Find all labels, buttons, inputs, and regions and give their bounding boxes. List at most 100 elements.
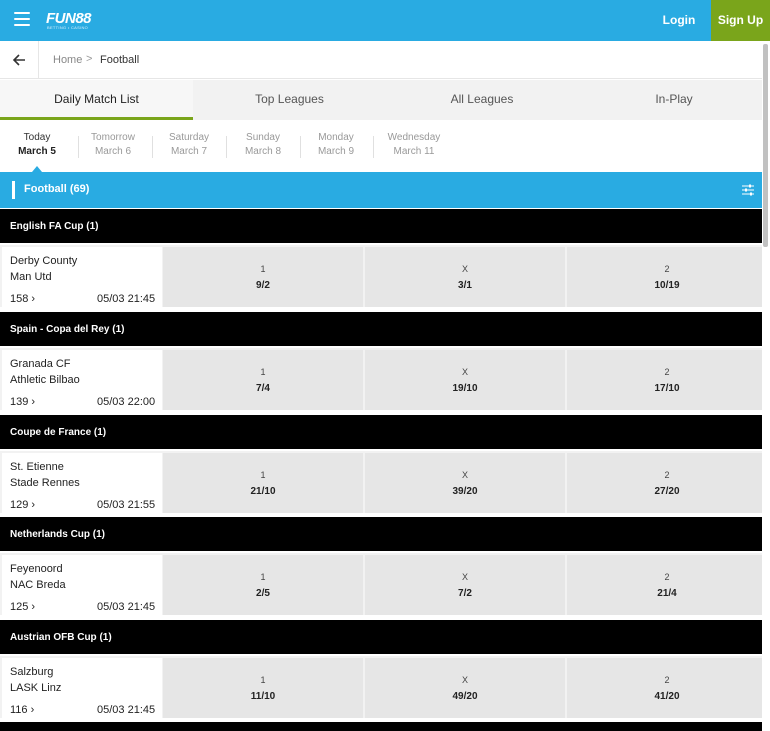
league-header[interactable]: Netherlands Cup (1) [0,517,770,551]
odds-label: 1 [260,470,266,480]
match-teams[interactable]: St. Etienne Stade Rennes 129 › 05/03 21:… [2,453,162,513]
date-value: March 8 [244,146,282,157]
kickoff-time: 05/03 21:55 [97,499,156,511]
odds-home[interactable]: 1 7/4 [163,350,363,410]
match-teams[interactable]: Feyenoord NAC Breda 125 › 05/03 21:45 [2,555,162,615]
odds-away[interactable]: 2 10/19 [567,247,767,307]
away-team: NAC Breda [10,579,66,591]
home-team: St. Etienne [10,461,64,473]
home-team: Granada CF [10,358,71,370]
home-team: Derby County [10,255,78,267]
odds-label: X [461,572,468,582]
league-name: Netherlands Cup (1) [10,529,106,540]
date-day: Today [23,132,51,143]
markets-count: 116 [10,704,28,716]
kickoff-time: 05/03 21:45 [97,601,156,613]
markets-count: 125 [10,601,29,613]
odds-draw[interactable]: X 49/20 [365,658,565,718]
kickoff-time: 05/03 21:45 [97,704,156,716]
odds-home[interactable]: 1 11/10 [163,658,363,718]
date-day: Tomorrow [91,132,135,143]
scrollbar-thumb[interactable] [763,44,768,247]
match-row: Salzburg LASK Linz 116 › 05/03 21:45 1 11… [0,656,770,718]
markets-count: 158 [10,293,29,305]
tab-all-leagues[interactable]: All Leagues [386,80,578,120]
more-markets-link[interactable]: 158 › [10,293,35,305]
signup-button[interactable]: Sign Up [711,0,770,41]
league-header[interactable]: Austrian OFB Cup (1) [0,620,770,654]
odds-away[interactable]: 2 41/20 [567,658,767,718]
odds-draw[interactable]: X 19/10 [365,350,565,410]
odds-draw[interactable]: X 3/1 [365,247,565,307]
odds-label: X [461,367,468,377]
filter-sliders-icon[interactable] [742,184,754,196]
league-name: English FA Cup (1) [10,221,99,232]
match-teams[interactable]: Derby County Man Utd 158 › 05/03 21:45 [2,247,162,307]
match-row: Granada CF Athletic Bilbao 139 › 05/03 2… [0,348,770,410]
date-saturday[interactable]: Saturday March 7 [152,132,226,157]
date-value: March 5 [18,146,56,157]
odds-value: 2/5 [256,588,270,599]
odds-draw[interactable]: X 39/20 [365,453,565,513]
odds-label: 2 [664,264,670,274]
odds-away[interactable]: 2 17/10 [567,350,767,410]
back-arrow-icon[interactable] [0,41,39,79]
odds-value: 7/2 [458,588,472,599]
odds-away[interactable]: 2 27/20 [567,453,767,513]
more-markets-link[interactable]: 139 › [10,396,35,408]
more-markets-link[interactable]: 125 › [10,601,35,613]
more-markets-link[interactable]: 129 › [10,499,35,511]
odds-label: 2 [664,572,670,582]
match-row: St. Etienne Stade Rennes 129 › 05/03 21:… [0,451,770,513]
away-team: LASK Linz [10,682,62,694]
match-teams[interactable]: Granada CF Athletic Bilbao 139 › 05/03 2… [2,350,162,410]
sport-header-accent [12,181,15,199]
league-header[interactable]: Spain - Copa del Rey (1) [0,312,770,346]
odds-home[interactable]: 1 21/10 [163,453,363,513]
date-sunday[interactable]: Sunday March 8 [226,132,300,157]
login-button[interactable]: Login [656,0,702,41]
hamburger-menu-icon[interactable] [14,12,30,26]
odds-value: 10/19 [654,280,680,291]
tab-daily-match-list[interactable]: Daily Match List [0,80,193,120]
date-value: March 11 [393,146,435,157]
date-day: Wednesday [387,132,441,143]
match-teams[interactable]: Salzburg LASK Linz 116 › 05/03 21:45 [2,658,162,718]
league-name: Austrian OFB Cup (1) [10,632,112,643]
league-header[interactable]: English FA Cup (1) [0,209,770,243]
more-markets-link[interactable]: 116 › [10,704,34,716]
date-today[interactable]: Today March 5 [0,132,74,157]
tab-in-play[interactable]: In-Play [578,80,770,120]
markets-count: 139 [10,396,29,408]
odds-value: 21/4 [657,588,677,599]
odds-home[interactable]: 1 2/5 [163,555,363,615]
match-row: Derby County Man Utd 158 › 05/03 21:45 1… [0,245,770,307]
odds-label: 2 [664,367,670,377]
odds-label: 2 [664,470,670,480]
league-header[interactable]: Coupe de France (1) [0,415,770,449]
sport-title: Football (69) [24,183,90,195]
date-day: Monday [318,132,354,143]
date-tomorrow[interactable]: Tomorrow March 6 [76,132,150,157]
league-name: Spain - Copa del Rey (1) [10,324,125,335]
odds-label: 1 [260,367,266,377]
tab-top-leagues[interactable]: Top Leagues [193,80,386,120]
date-monday[interactable]: Monday March 9 [299,132,373,157]
date-wednesday[interactable]: Wednesday March 11 [377,132,451,157]
odds-draw[interactable]: X 7/2 [365,555,565,615]
breadcrumb-home-link[interactable]: Home [53,54,82,66]
date-divider [373,136,374,158]
markets-count: 129 [10,499,29,511]
odds-away[interactable]: 2 21/4 [567,555,767,615]
league-header[interactable] [0,722,770,731]
breadcrumb-chevron-icon: > [86,53,93,65]
date-value: March 9 [317,146,355,157]
odds-value: 19/10 [452,383,478,394]
date-day: Sunday [246,132,280,143]
kickoff-time: 05/03 22:00 [97,396,156,408]
away-team: Man Utd [10,271,52,283]
odds-value: 27/20 [654,486,680,497]
odds-home[interactable]: 1 9/2 [163,247,363,307]
section-tabs: Daily Match List Top Leagues All Leagues… [0,80,770,120]
date-day: Saturday [168,132,210,143]
